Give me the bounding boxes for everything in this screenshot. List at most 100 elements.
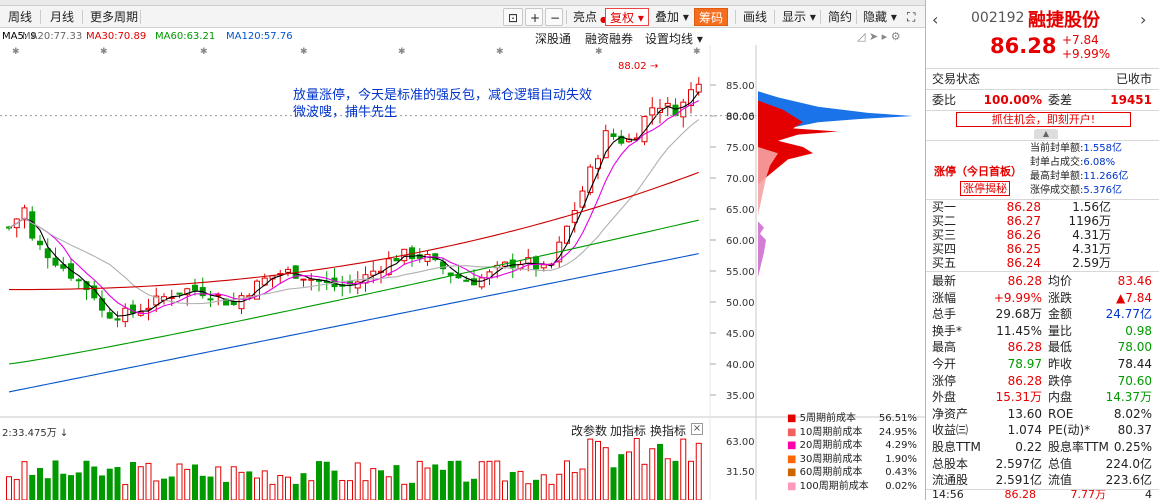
lock-icon[interactable]: ⊡ <box>503 8 523 26</box>
quote-label: 外盘 <box>932 390 957 405</box>
quote-value: +9.99% <box>993 290 1042 305</box>
ma30-value: MA30:70.89 <box>86 31 147 42</box>
separator <box>735 10 736 24</box>
switch-indicator-button[interactable]: 换指标 <box>650 422 686 439</box>
chart-tools-icons[interactable]: ◿ ➤ ▸ ⚙ <box>857 30 901 43</box>
legend-value: 0.43% <box>885 467 917 478</box>
volume-bar <box>199 475 206 500</box>
ma-legend-row: MA5: 9 MA20:77.33 MA30:70.89 MA60:63.21 … <box>0 29 925 45</box>
weibi-label: 委比 <box>932 93 957 107</box>
fullscreen-icon[interactable]: ⛶ <box>903 8 919 26</box>
price-tick-label: 55.00 <box>726 267 755 278</box>
tab-month[interactable]: 月线 <box>46 8 78 26</box>
quote-value-2: 83.46 <box>1117 274 1152 288</box>
candle-body <box>540 264 547 269</box>
quote-value: 86.28 <box>1007 340 1042 355</box>
ma20-line <box>8 119 700 305</box>
trade-status-label: 交易状态 <box>932 72 981 86</box>
forward-icon[interactable]: › <box>1140 10 1146 29</box>
volume-bar <box>308 480 315 500</box>
quote-value: 15.31万 <box>995 390 1042 405</box>
legend-value: 56.51% <box>878 413 917 424</box>
volume-bar <box>339 479 346 500</box>
volume-bar <box>695 442 702 500</box>
quote-value-2: 223.6亿 <box>1105 473 1152 488</box>
zoom-out-icon[interactable]: − <box>545 8 563 26</box>
price-tick-label: 50.00 <box>726 298 755 309</box>
back-icon[interactable]: ‹ <box>932 10 938 29</box>
volume-bar <box>246 471 253 500</box>
volume-bar <box>347 480 353 500</box>
price-tick-label: 60.00 <box>726 236 755 247</box>
candle-body <box>52 257 59 266</box>
price-tick-label: 65.00 <box>726 205 755 216</box>
chip-legend-item: ■ 60周期前成本 0.43% <box>787 466 917 480</box>
chips-button[interactable]: 筹码 <box>694 8 729 26</box>
simple-button[interactable]: 简约 <box>824 8 856 26</box>
tab-week[interactable]: 周线 <box>4 8 36 26</box>
price-axis: 85.0080.0680.0075.0070.0065.0060.0055.00… <box>710 81 755 478</box>
quote-label-2: 均价 <box>1048 274 1073 288</box>
draw-line-button[interactable]: 画线 <box>739 8 771 26</box>
seal-stat-label: 最高封单额: <box>1030 171 1084 182</box>
seal-stat-value: 5.376亿 <box>1083 185 1123 196</box>
volume-bar <box>285 476 291 500</box>
volume-value: 2:33.475万 <box>2 428 57 439</box>
quote-label-2: 昨收 <box>1048 356 1073 371</box>
quote-value-2: 78.00 <box>1117 340 1152 355</box>
hide-button[interactable]: 隐藏 ▾ <box>859 8 901 26</box>
volume-bar <box>176 463 183 500</box>
close-icon[interactable]: × <box>691 423 703 435</box>
quote-value: 2.597亿 <box>995 456 1042 471</box>
legend-value: 24.95% <box>878 426 917 438</box>
legend-value: 1.90% <box>885 453 917 465</box>
volume-bar <box>401 483 408 500</box>
quote-label: 总股本 <box>932 456 969 471</box>
quote-row: 外盘 15.31万 内盘 14.37万 <box>926 389 1159 406</box>
chip-legend-item: ■ 10周期前成本 24.95% <box>787 426 917 440</box>
ma20-value: MA20:77.33 <box>22 31 83 42</box>
edit-params-button[interactable]: 改参数 <box>571 422 607 439</box>
seal-stat-value: 11.266亿 <box>1083 171 1129 182</box>
more-periods-button[interactable]: 更多周期 <box>86 8 142 26</box>
volume-bar <box>316 461 322 500</box>
weicha-label: 委差 <box>1048 93 1073 107</box>
volume-bar <box>595 440 601 500</box>
restore-right-button[interactable]: 复权 ▾ <box>605 8 649 26</box>
legend-swatch: ■ <box>787 413 800 424</box>
display-button[interactable]: 显示 ▾ <box>778 8 820 26</box>
volume-bar <box>114 467 121 500</box>
candle-body <box>37 240 43 246</box>
legend-value: 0.02% <box>885 480 917 492</box>
overlay-button[interactable]: 叠加 ▾ <box>651 8 693 26</box>
volume-bar <box>378 470 384 500</box>
zoom-in-icon[interactable]: + <box>525 8 543 26</box>
quote-label-2: 金额 <box>1048 307 1073 322</box>
legend-swatch: ■ <box>787 453 800 465</box>
quote-label-2: PE(动)* <box>1048 423 1091 438</box>
quote-label-2: 量比 <box>1048 323 1073 338</box>
quote-value: 2.591亿 <box>995 473 1042 488</box>
volume-bar <box>192 464 198 500</box>
volume-bar <box>130 462 136 500</box>
stock-chart-window: 周线 月线 更多周期 ⊡ + − 亮点 ● 复权 ▾ 叠加 ▾ 筹码 画线 显示… <box>0 0 1159 500</box>
separator <box>82 10 83 24</box>
chip-legend-item: ■ 20周期前成本 4.29% <box>787 439 917 453</box>
candle-body <box>29 211 36 239</box>
order-row: 买二 86.27 1196万 <box>926 214 1159 228</box>
volume-bar <box>292 483 299 500</box>
open-account-link[interactable]: 抓住机会，即刻开户! <box>956 112 1131 127</box>
order-level: 买四 <box>932 242 957 256</box>
trade-status-row: 交易状态 已收市 <box>926 71 1159 88</box>
quote-value-2: 80.37 <box>1117 423 1152 438</box>
volume-bar <box>688 460 694 500</box>
limit-up-secret-button[interactable]: 涨停揭秘 <box>960 181 1010 196</box>
add-indicator-button[interactable]: 加指标 <box>610 422 646 439</box>
collapse-icon[interactable]: ▲ <box>1034 129 1058 139</box>
volume-bar <box>409 482 415 500</box>
volume-bar <box>60 473 67 500</box>
separator <box>820 10 821 24</box>
weibi-value: 100.00% <box>983 93 1042 107</box>
volume-bar <box>680 438 687 500</box>
volume-bar <box>362 480 369 500</box>
